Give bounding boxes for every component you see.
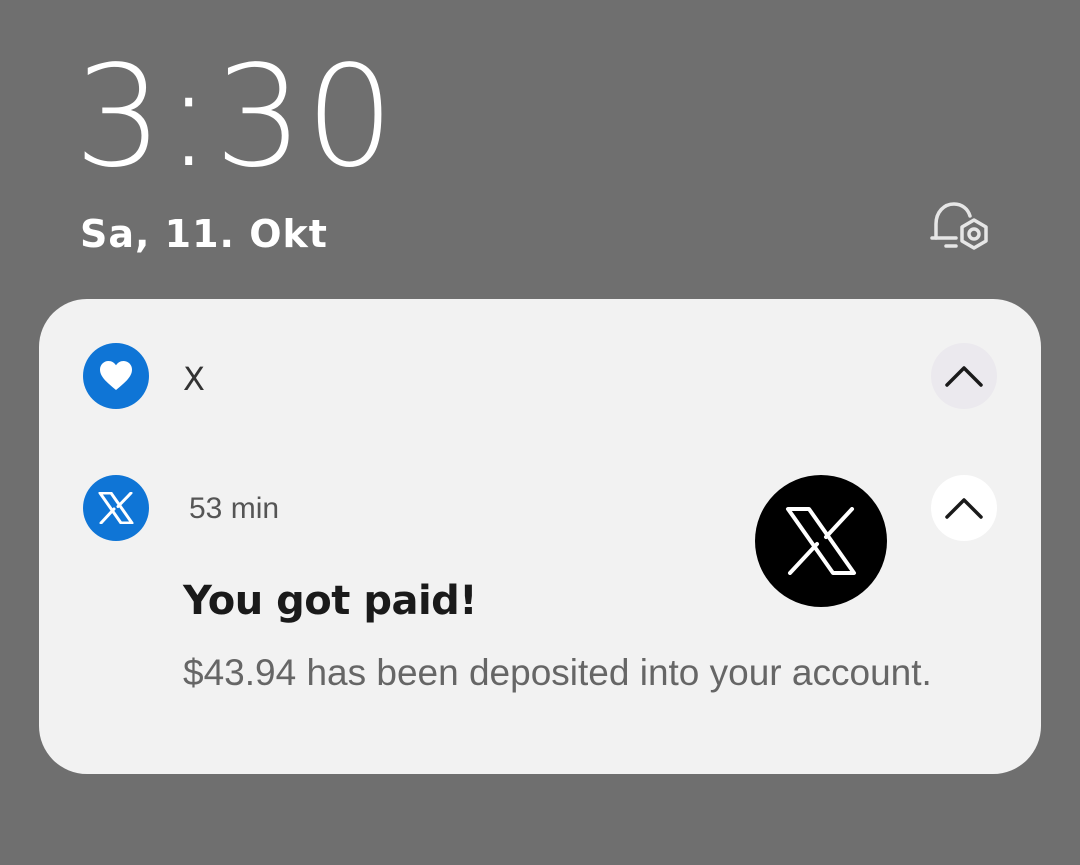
chevron-up-icon — [945, 366, 983, 387]
notification-settings-button[interactable] — [926, 198, 996, 260]
x-logo-icon — [98, 492, 134, 524]
lockscreen-date: Sa, 11. Okt — [80, 212, 328, 256]
chevron-up-icon — [945, 498, 983, 519]
x-logo-icon — [786, 507, 856, 575]
lockscreen-clock: 3:30 — [74, 36, 397, 199]
collapse-notification-button[interactable] — [931, 475, 997, 541]
notification-large-icon — [755, 475, 887, 607]
heart-icon — [100, 361, 132, 390]
collapse-group-button[interactable] — [931, 343, 997, 409]
group-app-icon — [83, 343, 149, 409]
group-app-name: X — [183, 360, 205, 398]
notification-time: 53 min — [189, 492, 280, 525]
bell-settings-icon — [930, 202, 988, 250]
notification-title: You got paid! — [183, 578, 478, 624]
notification-body: $43.94 has been deposited into your acco… — [183, 652, 932, 693]
notification-app-icon — [83, 475, 149, 541]
